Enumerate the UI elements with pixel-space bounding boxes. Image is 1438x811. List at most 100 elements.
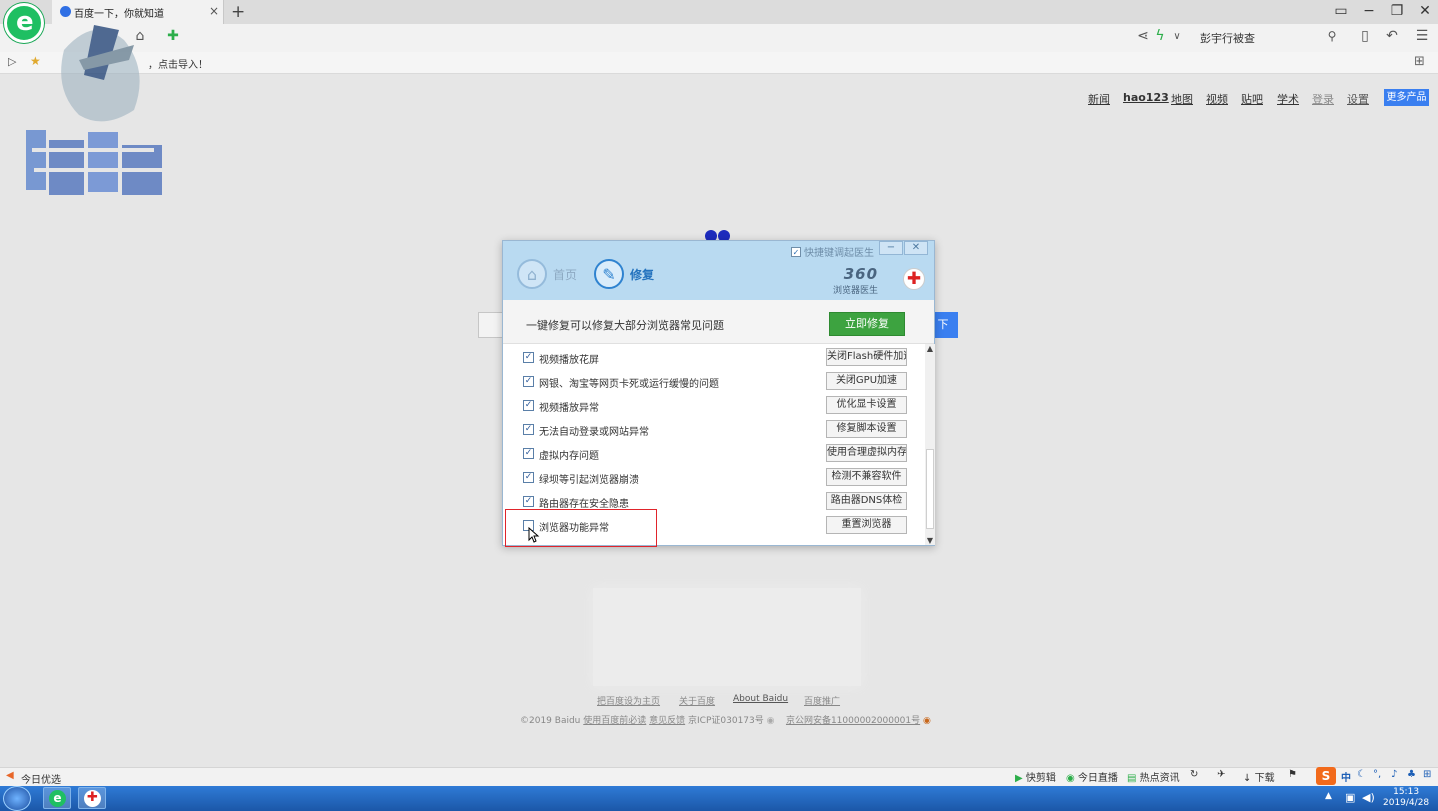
row-label: 网银、淘宝等网页卡死或运行缓慢的问题	[539, 379, 719, 390]
row-checkbox[interactable]: ✓	[523, 472, 534, 483]
police-badge-icon: ◉	[923, 716, 931, 726]
nav-hao123[interactable]: hao123	[1123, 91, 1169, 104]
tab-repair[interactable]: ✎ 修复	[594, 259, 654, 289]
clock-date: 2019/4/28	[1383, 798, 1430, 808]
news-icon: ▤	[1127, 773, 1137, 784]
status-quickcut[interactable]: ▶ 快剪辑	[1015, 769, 1056, 784]
status-plane-icon[interactable]: ✈	[1217, 769, 1225, 780]
row-action-button[interactable]: 使用合理虚拟内存	[826, 444, 907, 462]
ime-mic-icon[interactable]: ♪	[1391, 769, 1397, 780]
scroll-down-icon[interactable]: ▼	[925, 536, 935, 545]
row-action-button[interactable]: 路由器DNS体检	[826, 492, 907, 510]
minimize-button[interactable]: −	[1358, 3, 1380, 19]
nav-settings[interactable]: 设置	[1347, 91, 1369, 107]
tab-home[interactable]: ⌂ 首页	[517, 259, 577, 289]
taskbar-360browser[interactable]: e	[43, 787, 71, 809]
ime-grid-icon[interactable]: ⊞	[1423, 769, 1431, 780]
row-checkbox[interactable]: ✓	[523, 448, 534, 459]
undo-icon[interactable]: ↶	[1382, 28, 1402, 44]
brand-block: 360 浏览器医生	[833, 265, 878, 296]
row-action-button[interactable]: 修复脚本设置	[826, 420, 907, 438]
feedback-link[interactable]: 意见反馈	[649, 716, 685, 726]
taskbar-browser-doctor[interactable]: ✚	[78, 787, 106, 809]
clock-time: 15:13	[1393, 787, 1420, 797]
status-refresh-icon[interactable]: ↻	[1190, 769, 1198, 780]
skin-icon[interactable]: ▭	[1330, 3, 1352, 19]
fix-now-button[interactable]: 立即修复	[829, 312, 905, 336]
phone-icon[interactable]: ▯	[1355, 28, 1375, 44]
tab-close-icon[interactable]: ×	[209, 4, 219, 18]
row-action-button[interactable]: 检测不兼容软件	[826, 468, 907, 486]
terms-link[interactable]: 使用百度前必读	[583, 716, 646, 726]
tray-volume-icon[interactable]: ◀)	[1362, 791, 1375, 804]
row-action-button[interactable]: 重置浏览器	[826, 516, 907, 534]
nav-login[interactable]: 登录	[1312, 91, 1334, 107]
nav-tieba[interactable]: 贴吧	[1241, 91, 1263, 107]
status-news[interactable]: ▤ 热点资讯	[1127, 769, 1180, 784]
start-button[interactable]	[3, 786, 31, 811]
chevron-down-icon[interactable]: ∨	[1167, 31, 1187, 42]
hotkey-checkbox[interactable]: ✓	[791, 246, 801, 257]
repair-row: ✓ 视频播放花屏 关闭Flash硬件加速	[503, 347, 923, 371]
row-label: 无法自动登录或网站异常	[539, 427, 649, 438]
row-label: 绿坝等引起浏览器崩溃	[539, 475, 639, 486]
icp-text: 京ICP证030173号	[688, 716, 764, 726]
footer-about-baidu-cn[interactable]: 关于百度	[679, 694, 715, 707]
tab-title: 百度一下，你就知道	[74, 9, 164, 20]
status-live[interactable]: ◉ 今日直播	[1066, 769, 1118, 784]
speaker-icon[interactable]: ◀	[6, 770, 14, 781]
nav-map[interactable]: 地图	[1171, 91, 1193, 107]
dialog-minimize-button[interactable]: −	[879, 241, 903, 255]
footer-about-baidu[interactable]: About Baidu	[733, 694, 788, 704]
nav-video[interactable]: 视频	[1206, 91, 1228, 107]
row-checkbox[interactable]: ✓	[523, 400, 534, 411]
new-tab-button[interactable]: +	[231, 2, 245, 22]
footer-copyright: ©2019 Baidu 使用百度前必读 意见反馈 京ICP证030173号 ◉ …	[520, 713, 931, 726]
footer-promotion[interactable]: 百度推广	[804, 694, 840, 707]
close-window-button[interactable]: ✕	[1414, 3, 1436, 19]
tab-repair-label: 修复	[630, 267, 655, 282]
scroll-up-icon[interactable]: ▲	[925, 344, 935, 353]
nav-xueshu[interactable]: 学术	[1277, 91, 1299, 107]
repair-row: ✓ 无法自动登录或网站异常 修复脚本设置	[503, 419, 923, 443]
daily-picks[interactable]: 今日优选	[21, 771, 61, 786]
windows-taskbar	[0, 786, 1438, 811]
dialog-subtitle: 一键修复可以修复大部分浏览器常见问题	[526, 319, 724, 332]
ime-lang-indicator[interactable]: 中	[1341, 769, 1351, 784]
icp-badge-icon: ◉	[766, 716, 775, 726]
bookmark-bar: ▷ ★ ，点击导入！ ⊞	[0, 52, 1438, 74]
restore-button[interactable]: ❐	[1386, 3, 1408, 19]
download-label: 下载	[1254, 773, 1275, 784]
menu-icon[interactable]: ☰	[1412, 28, 1432, 44]
sogou-ime-icon[interactable]: S	[1316, 767, 1336, 785]
more-products-button[interactable]: 更多产品	[1384, 89, 1429, 106]
row-action-button[interactable]: 关闭GPU加速	[826, 372, 907, 390]
row-checkbox[interactable]: ✓	[523, 352, 534, 363]
row-action-button[interactable]: 关闭Flash硬件加速	[826, 348, 907, 366]
search-suggestion-text[interactable]: 彭宇行被查	[1200, 30, 1255, 46]
sidebar-toggle-icon[interactable]: ▷	[8, 55, 16, 68]
ime-punct-icon[interactable]: °,	[1373, 769, 1381, 780]
row-checkbox[interactable]: ✓	[523, 424, 534, 435]
row-checkbox[interactable]: ✓	[523, 376, 534, 387]
row-label: 视频播放异常	[539, 403, 599, 414]
ime-moon-icon[interactable]: ☾	[1357, 769, 1366, 780]
taskbar-clock[interactable]: 15:13 2019/4/28	[1383, 787, 1429, 809]
row-action-button[interactable]: 优化显卡设置	[826, 396, 907, 414]
doctor-cross-icon: ✚	[84, 790, 101, 807]
police-link[interactable]: 京公网安备11000002000001号	[786, 716, 920, 726]
row-checkbox[interactable]: ✓	[523, 496, 534, 507]
scroll-thumb[interactable]	[926, 449, 934, 529]
footer-set-homepage[interactable]: 把百度设为主页	[597, 694, 660, 707]
tray-network-icon[interactable]: ▣	[1345, 791, 1355, 804]
dialog-scrollbar[interactable]: ▲ ▼	[925, 344, 935, 545]
apps-grid-icon[interactable]: ⊞	[1414, 54, 1425, 69]
ime-skin-icon[interactable]: ♣	[1407, 769, 1416, 780]
status-download[interactable]: ↓ 下载	[1243, 769, 1275, 784]
tray-expand-icon[interactable]: ▲	[1325, 791, 1332, 801]
status-flag-icon[interactable]: ⚑	[1288, 769, 1297, 780]
dialog-close-button[interactable]: ✕	[904, 241, 928, 255]
nav-news[interactable]: 新闻	[1088, 91, 1110, 107]
hotkey-option[interactable]: ✓ 快捷键调起医生	[791, 244, 874, 259]
search-icon[interactable]: ⚲	[1322, 29, 1342, 43]
